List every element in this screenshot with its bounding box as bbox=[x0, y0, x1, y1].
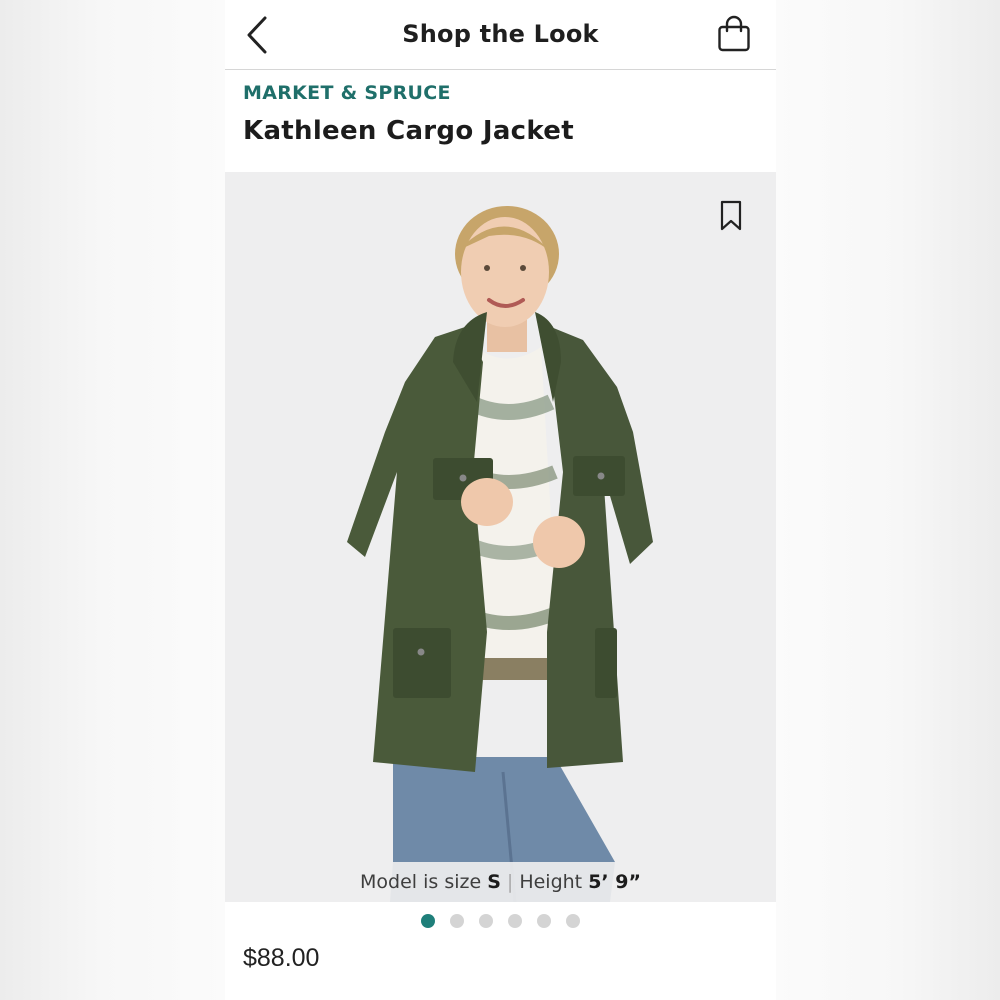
carousel-dot[interactable] bbox=[537, 914, 551, 928]
carousel-dot[interactable] bbox=[508, 914, 522, 928]
page-title: Shop the Look bbox=[402, 20, 599, 48]
carousel-pagination bbox=[225, 914, 776, 928]
model-size-value: S bbox=[487, 871, 501, 893]
bookmark-button[interactable] bbox=[716, 198, 746, 234]
model-height-label: Height bbox=[519, 871, 583, 893]
carousel-dot[interactable] bbox=[421, 914, 435, 928]
model-size-label: Model is size bbox=[360, 871, 482, 893]
product-photo bbox=[347, 206, 653, 902]
shopping-bag-button[interactable] bbox=[714, 14, 754, 54]
product-image-carousel[interactable]: Model is size S | Height 5’ 9” bbox=[225, 172, 776, 902]
brand-name[interactable]: MARKET & SPRUCE bbox=[243, 82, 451, 104]
carousel-dot[interactable] bbox=[566, 914, 580, 928]
model-size-caption: Model is size S | Height 5’ 9” bbox=[225, 862, 776, 902]
phone-screen: Shop the Look MARKET & SPRUCE Kathleen C… bbox=[225, 0, 776, 1000]
carousel-dot[interactable] bbox=[450, 914, 464, 928]
model-height-value: 5’ 9” bbox=[588, 871, 641, 893]
top-nav-bar: Shop the Look bbox=[225, 0, 776, 70]
bookmark-icon bbox=[720, 200, 742, 231]
shopping-bag-icon bbox=[718, 15, 750, 52]
carousel-dot[interactable] bbox=[479, 914, 493, 928]
caption-divider: | bbox=[506, 871, 514, 893]
product-price: $88.00 bbox=[243, 944, 320, 972]
product-title: Kathleen Cargo Jacket bbox=[243, 116, 574, 146]
